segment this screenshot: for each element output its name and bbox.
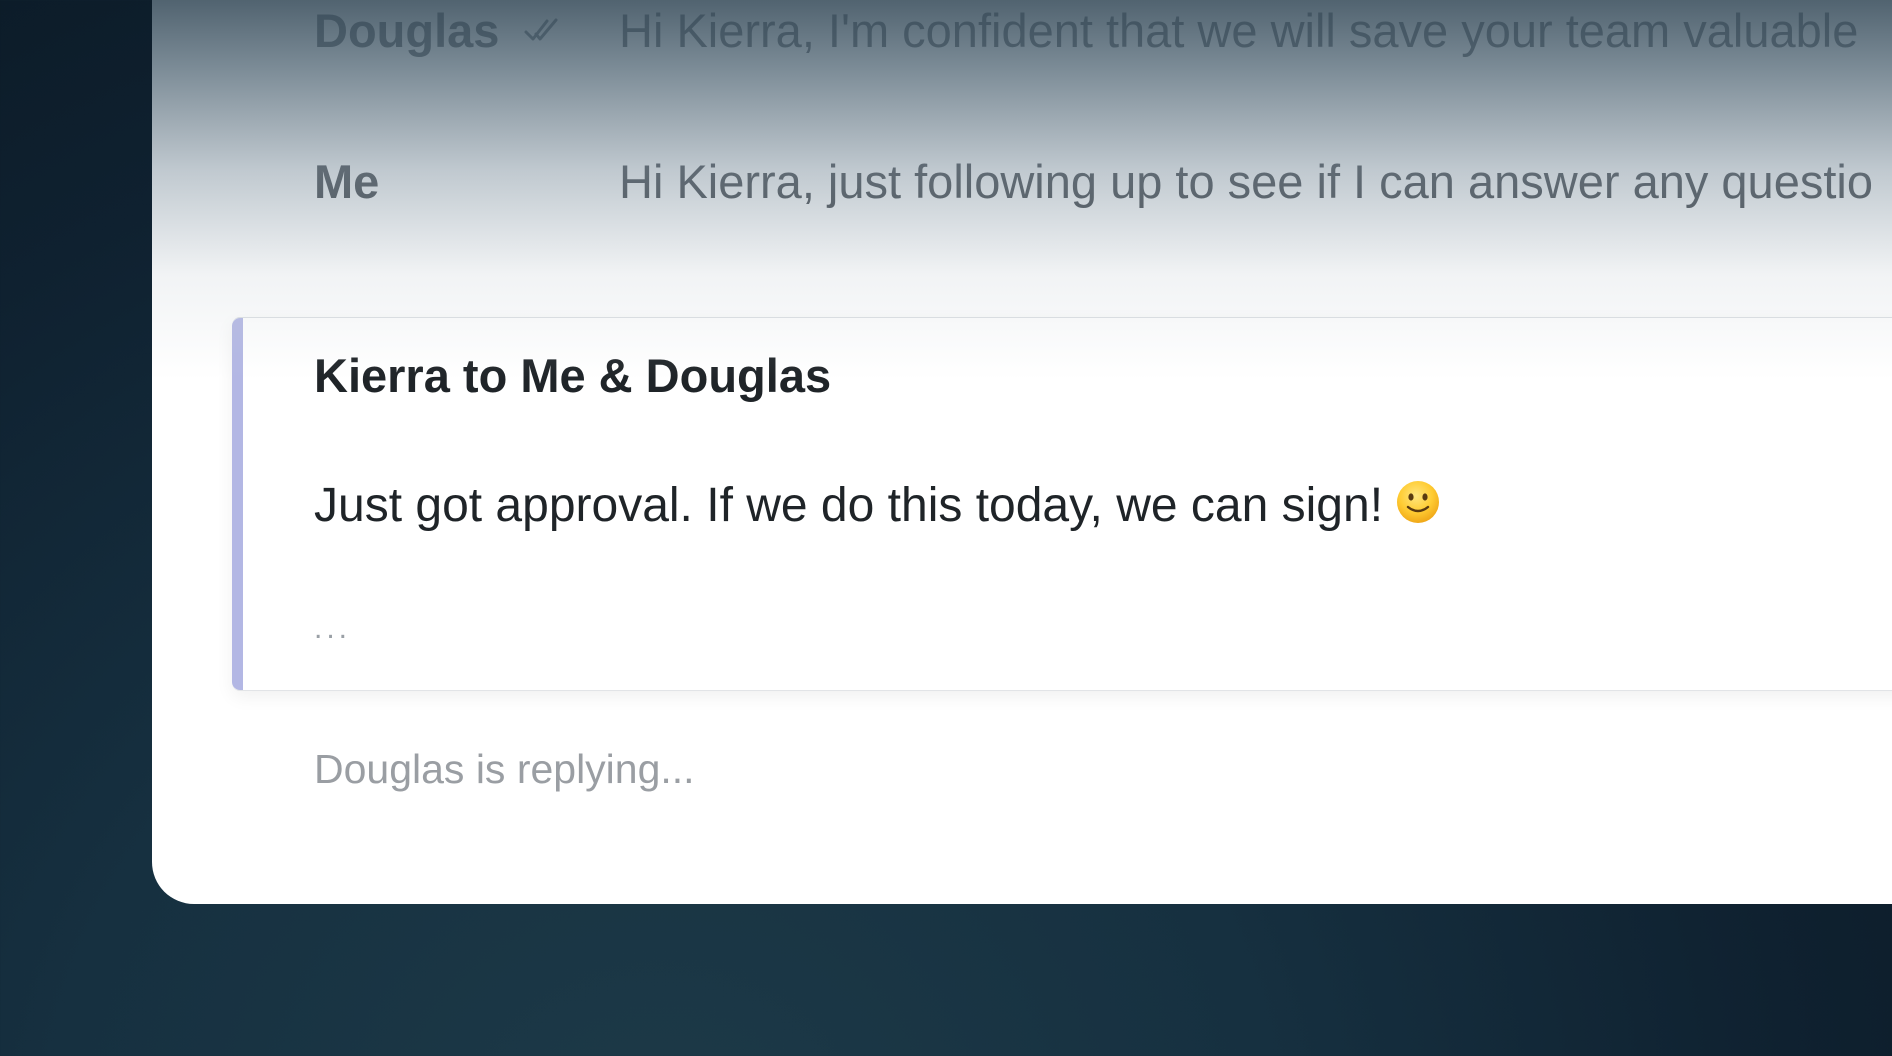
message-body: Just got approval. If we do this today, … [314, 478, 1441, 533]
message-body-text: Just got approval. If we do this today, … [314, 479, 1384, 532]
typing-indicator: Douglas is replying... [314, 746, 695, 792]
show-trimmed-content-button[interactable]: ... [314, 614, 351, 644]
slightly-smiling-face-icon [1397, 480, 1440, 523]
sender: Me [314, 154, 619, 209]
sender-name: Douglas [314, 3, 500, 57]
message-header: Kierra to Me & Douglas [314, 349, 832, 402]
sender-name: Me [314, 154, 380, 208]
email-thread-panel: Douglas Hi Kierra, I'm confident that we… [152, 0, 1892, 904]
thread-row-me[interactable]: Me Hi Kierra, just following up to see i… [314, 151, 1892, 211]
message-preview: Hi Kierra, just following up to see if I… [619, 154, 1873, 208]
message-preview: Hi Kierra, I'm confident that we will sa… [619, 3, 1859, 57]
expanded-message-card[interactable]: Kierra to Me & Douglas Just got approval… [232, 317, 1892, 691]
message-accent-bar [232, 318, 243, 690]
sender: Douglas [314, 3, 619, 58]
double-check-icon [524, 18, 558, 41]
thread-row-douglas[interactable]: Douglas Hi Kierra, I'm confident that we… [314, 0, 1892, 60]
